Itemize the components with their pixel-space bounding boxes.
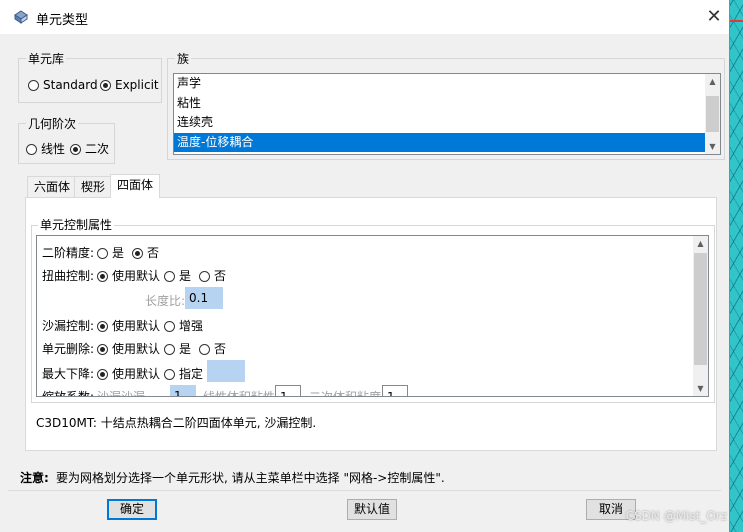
close-button[interactable]: ✕ bbox=[699, 6, 729, 28]
radio-indicator bbox=[164, 321, 175, 332]
radio-deletion-yes[interactable]: 是 bbox=[164, 340, 191, 357]
radio-indicator bbox=[97, 344, 108, 355]
radio-quadratic-indicator bbox=[70, 144, 81, 155]
radio-explicit[interactable]: Explicit bbox=[100, 78, 159, 92]
radio-hourglass-enhanced[interactable]: 增强 bbox=[164, 317, 203, 334]
family-list[interactable]: 声学 粘性 连续壳 温度-位移耦合 ▲ ▼ bbox=[173, 73, 721, 155]
element-controls-pane: 二阶精度: 是 否 扭曲控制: 使用默认 是 否 长度比: 0.1 沙漏控制: … bbox=[36, 235, 709, 397]
element-deletion-label: 单元删除: bbox=[42, 342, 95, 356]
scaling-factors-label: 缩放系数: bbox=[42, 390, 95, 397]
radio-indicator bbox=[164, 344, 175, 355]
radio-indicator bbox=[97, 321, 108, 332]
element-library-label: 单元库 bbox=[26, 50, 67, 67]
radio-indicator bbox=[97, 271, 108, 282]
quad-bulk-field[interactable]: 1 bbox=[382, 385, 408, 396]
radio-label: 是 bbox=[179, 342, 192, 356]
radio-indicator bbox=[97, 248, 108, 259]
scroll-up-icon[interactable]: ▲ bbox=[693, 236, 708, 251]
radio-second-order-yes[interactable]: 是 bbox=[97, 244, 124, 261]
radio-quadratic[interactable]: 二次 bbox=[70, 140, 109, 157]
tab-hexahedron[interactable]: 六面体 bbox=[27, 176, 78, 197]
radio-label: 否 bbox=[214, 269, 227, 283]
radio-distortion-yes[interactable]: 是 bbox=[164, 267, 191, 284]
radio-linear[interactable]: 线性 bbox=[26, 140, 65, 157]
list-item[interactable]: 连续壳 bbox=[174, 113, 720, 133]
radio-linear-label: 线性 bbox=[41, 142, 66, 156]
scroll-down-icon[interactable]: ▼ bbox=[693, 381, 708, 396]
hourglass-scaling-label: 沙漏沙漏 bbox=[97, 390, 146, 397]
tab-wedge[interactable]: 楔形 bbox=[74, 176, 113, 197]
scroll-thumb[interactable] bbox=[694, 253, 707, 365]
radio-label: 指定 bbox=[179, 367, 204, 381]
radio-label: 否 bbox=[147, 246, 160, 260]
ok-button[interactable]: 确定 bbox=[107, 499, 157, 520]
family-list-scrollbar[interactable]: ▲ ▼ bbox=[705, 74, 720, 154]
element-description: C3D10MT: 十结点热耦合二阶四面体单元, 沙漏控制. bbox=[36, 416, 317, 430]
close-icon: ✕ bbox=[706, 6, 722, 27]
button-separator bbox=[8, 490, 721, 491]
radio-degradation-specify[interactable]: 指定 bbox=[164, 365, 203, 382]
length-ratio-field[interactable]: 0.1 bbox=[185, 287, 223, 309]
radio-distortion-default[interactable]: 使用默认 bbox=[97, 267, 160, 284]
element-type-icon bbox=[14, 10, 28, 24]
note-label: 注意: bbox=[20, 471, 49, 485]
radio-deletion-default[interactable]: 使用默认 bbox=[97, 340, 160, 357]
linear-bulk-label: 线性体积粘性 bbox=[203, 390, 276, 397]
radio-quadratic-label: 二次 bbox=[85, 142, 110, 156]
radio-indicator bbox=[132, 248, 143, 259]
length-ratio-label: 长度比: bbox=[145, 294, 186, 308]
scroll-down-icon[interactable]: ▼ bbox=[705, 139, 720, 154]
radio-linear-indicator bbox=[26, 144, 37, 155]
radio-standard-indicator bbox=[28, 80, 39, 91]
window-title: 单元类型 bbox=[36, 13, 89, 28]
title-bar: 单元类型 ✕ bbox=[0, 0, 729, 34]
hourglass-control-label: 沙漏控制: bbox=[42, 319, 95, 333]
radio-label: 使用默认 bbox=[112, 342, 161, 356]
radio-label: 使用默认 bbox=[112, 319, 161, 333]
radio-indicator bbox=[97, 369, 108, 380]
radio-second-order-no[interactable]: 否 bbox=[132, 244, 159, 261]
quad-bulk-label: 二次体积粘度 bbox=[309, 390, 382, 397]
radio-hourglass-default[interactable]: 使用默认 bbox=[97, 317, 160, 334]
max-degradation-field[interactable] bbox=[207, 360, 245, 382]
family-label: 族 bbox=[175, 50, 192, 67]
list-item[interactable]: 粘性 bbox=[174, 94, 720, 114]
distortion-control-label: 扭曲控制: bbox=[42, 269, 95, 283]
max-degradation-label: 最大下降: bbox=[42, 367, 95, 381]
radio-label: 是 bbox=[179, 269, 192, 283]
scroll-thumb[interactable] bbox=[706, 96, 719, 132]
list-item-selected[interactable]: 温度-位移耦合 bbox=[174, 132, 705, 152]
element-controls-label: 单元控制属性 bbox=[38, 216, 115, 233]
radio-indicator bbox=[164, 369, 175, 380]
radio-indicator bbox=[199, 344, 210, 355]
note-text: 要为网格划分选择一个单元形状, 请从主菜单栏中选择 "网格->控制属性". bbox=[56, 471, 445, 485]
element-type-dialog: 单元类型 ✕ 单元库 Standard Explicit 几何阶次 线性 二次 … bbox=[0, 0, 730, 532]
defaults-button[interactable]: 默认值 bbox=[347, 499, 397, 520]
hourglass-scaling-field[interactable]: 1 bbox=[170, 385, 196, 396]
watermark: CSDN @Mist_Orz bbox=[625, 509, 727, 523]
list-item[interactable]: 声学 bbox=[174, 74, 720, 94]
radio-distortion-no[interactable]: 否 bbox=[199, 267, 226, 284]
radio-label: 使用默认 bbox=[112, 367, 161, 381]
radio-standard-label: Standard bbox=[43, 78, 98, 92]
tab-tetrahedron[interactable]: 四面体 bbox=[110, 174, 161, 198]
controls-scrollbar[interactable]: ▲ ▼ bbox=[693, 236, 708, 396]
radio-standard[interactable]: Standard bbox=[28, 78, 98, 92]
radio-deletion-no[interactable]: 否 bbox=[199, 340, 226, 357]
radio-explicit-indicator bbox=[100, 80, 111, 91]
radio-indicator bbox=[164, 271, 175, 282]
radio-indicator bbox=[199, 271, 210, 282]
radio-label: 否 bbox=[214, 342, 227, 356]
linear-bulk-field[interactable]: 1 bbox=[275, 385, 301, 396]
radio-label: 使用默认 bbox=[112, 269, 161, 283]
radio-degradation-default[interactable]: 使用默认 bbox=[97, 365, 160, 382]
radio-label: 增强 bbox=[179, 319, 204, 333]
radio-explicit-label: Explicit bbox=[115, 78, 159, 92]
radio-label: 是 bbox=[112, 246, 125, 260]
geometric-order-label: 几何阶次 bbox=[26, 115, 79, 132]
second-order-accuracy-label: 二阶精度: bbox=[42, 246, 95, 260]
scroll-up-icon[interactable]: ▲ bbox=[705, 74, 720, 89]
